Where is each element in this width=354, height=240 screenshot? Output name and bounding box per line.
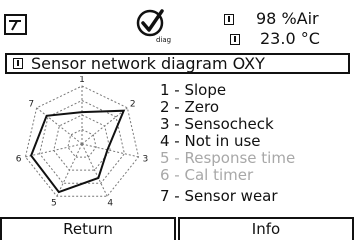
- radar-spoke: [81, 143, 139, 158]
- air-value: 98 %Air: [256, 9, 319, 28]
- legend-item: 3 - Sensocheck: [160, 115, 274, 133]
- title-bar: Sensor network diagram OXY: [5, 53, 350, 74]
- temp-value: 23.0 °C: [260, 29, 320, 48]
- legend-item: 1 - Slope: [160, 81, 227, 99]
- menu-icon[interactable]: [4, 14, 27, 35]
- legend-item: 5 - Response time: [160, 149, 296, 167]
- diag-label: diag: [156, 36, 171, 44]
- radar-axis-label: 2: [130, 99, 136, 109]
- radar-spoke: [81, 107, 128, 145]
- radar-axis-label: 4: [107, 199, 113, 209]
- radar-axis-label: 5: [51, 199, 57, 209]
- legend-item: 2 - Zero: [160, 98, 220, 116]
- radar-axis-label: 7: [28, 99, 34, 109]
- return-button[interactable]: Return: [0, 217, 176, 240]
- title-status-icon: [13, 58, 23, 69]
- air-status-icon: [224, 14, 234, 25]
- diag-checkmark-icon[interactable]: diag: [135, 6, 171, 44]
- display-screen: diag 98 %Air 23.0 °C Sensor network diag…: [0, 0, 354, 240]
- radar-value-polygon: [29, 109, 126, 194]
- page-title: Sensor network diagram OXY: [31, 54, 265, 73]
- info-button[interactable]: Info: [178, 217, 354, 240]
- temp-status-icon: [230, 34, 240, 45]
- legend-item: 4 - Not in use: [160, 132, 261, 150]
- sensor-radar-diagram: 1 2 3 4 5 6 7: [16, 76, 148, 209]
- radar-axis-label: 1: [79, 76, 85, 85]
- radar-axis-label: 3: [142, 154, 148, 164]
- legend-item: 7 - Sensor wear: [160, 187, 278, 205]
- legend-item: 6 - Cal timer: [160, 166, 254, 184]
- radar-axis-label: 6: [16, 154, 22, 164]
